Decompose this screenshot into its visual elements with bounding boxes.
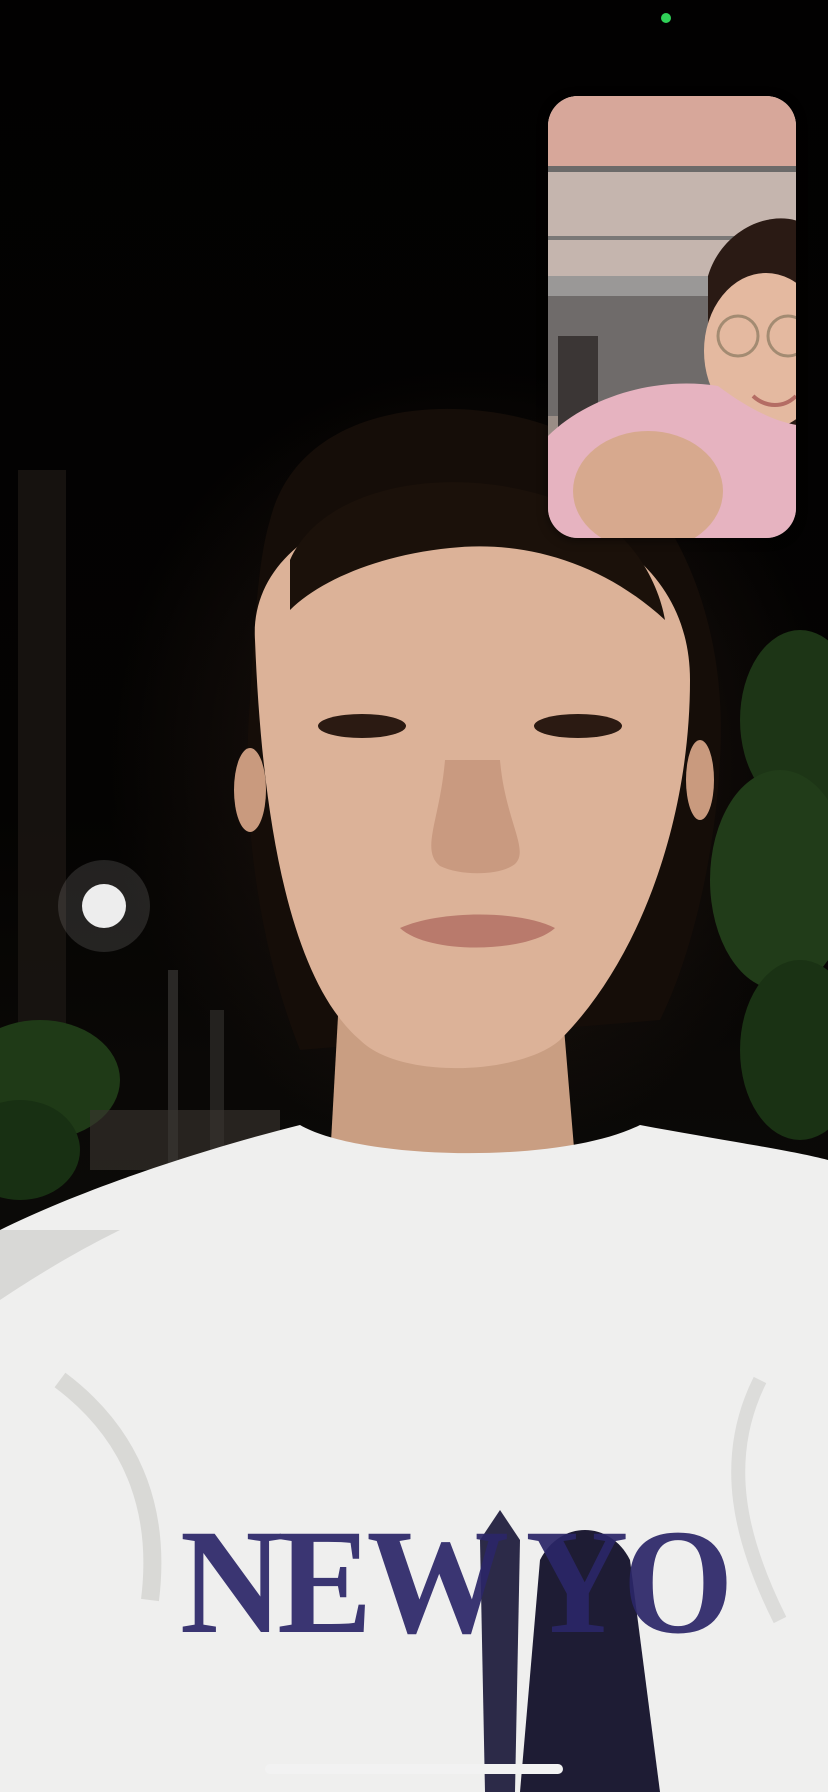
video-call-screen: NEW YO: [0, 0, 828, 1792]
self-view-preview[interactable]: [548, 96, 796, 538]
camera-in-use-indicator: [661, 13, 671, 23]
self-view-illustration: [548, 96, 796, 538]
shirt-print-text: NEW YO: [180, 1512, 733, 1652]
home-indicator-bar[interactable]: [265, 1764, 563, 1774]
